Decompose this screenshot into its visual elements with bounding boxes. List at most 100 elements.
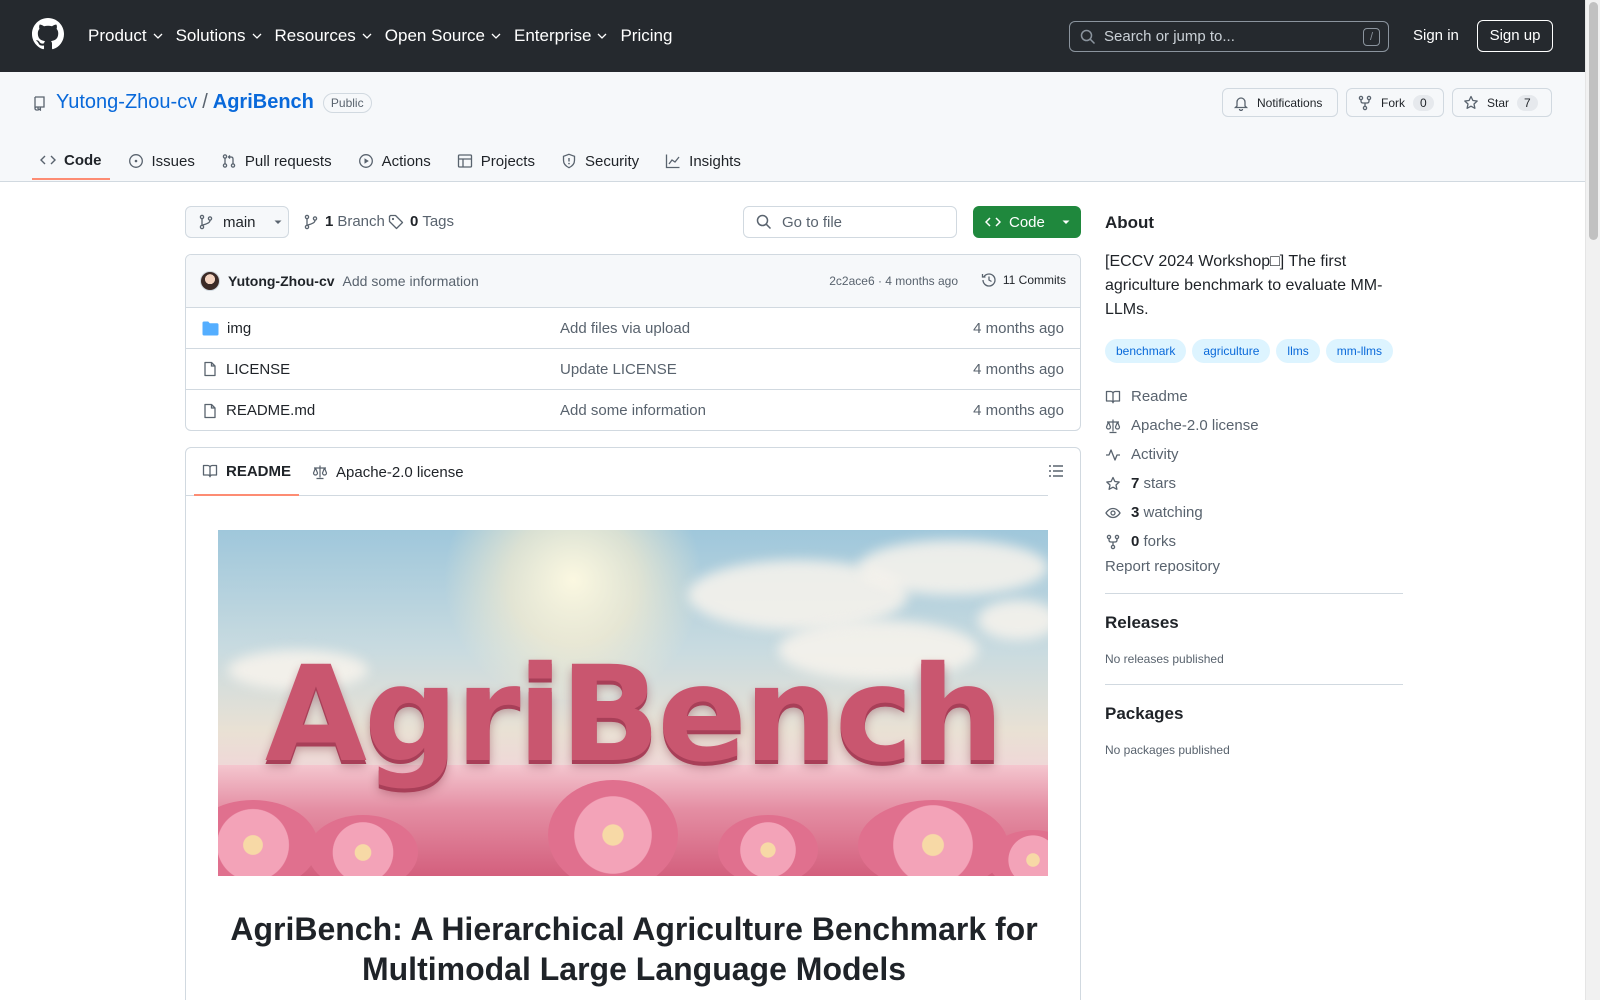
scrollbar-thumb[interactable] bbox=[1589, 2, 1598, 240]
search-input[interactable]: Search or jump to... / bbox=[1069, 21, 1389, 52]
table-of-contents-button[interactable] bbox=[1048, 463, 1064, 479]
stars-count: 7 bbox=[1131, 475, 1140, 492]
github-logo-icon[interactable] bbox=[32, 18, 64, 50]
commit-message-link[interactable]: Add some information bbox=[343, 273, 479, 289]
branch-selector[interactable]: main bbox=[185, 206, 289, 238]
file-commit-message[interactable]: Update LICENSE bbox=[560, 361, 677, 378]
file-row[interactable]: LICENSE Update LICENSE 4 months ago bbox=[186, 349, 1080, 390]
tags-link[interactable]: 0 Tags bbox=[388, 213, 454, 230]
branch-count: 1 bbox=[325, 213, 334, 230]
readme-link[interactable]: Readme bbox=[1105, 382, 1259, 411]
hero-title-text: AgriBench bbox=[264, 638, 1004, 792]
issue-icon bbox=[128, 154, 143, 168]
topic-tag[interactable]: agriculture bbox=[1192, 339, 1271, 363]
file-row[interactable]: README.md Add some information 4 months … bbox=[186, 390, 1080, 430]
repo-owner-link[interactable]: Yutong-Zhou-cv bbox=[56, 91, 197, 114]
branches-link[interactable]: 1 Branch bbox=[303, 213, 385, 230]
file-name-link[interactable]: LICENSE bbox=[226, 361, 290, 378]
stars-link[interactable]: 7 stars bbox=[1105, 469, 1259, 498]
latest-commit-row: Yutong-Zhou-cv Add some information 2c2a… bbox=[186, 255, 1080, 308]
nav-product[interactable]: Product bbox=[88, 24, 163, 48]
nav-open-source[interactable]: Open Source bbox=[385, 24, 501, 48]
list-icon bbox=[1049, 465, 1063, 477]
nav-pricing[interactable]: Pricing bbox=[620, 24, 672, 48]
readme-hero-image: AgriBench bbox=[218, 530, 1048, 876]
tab-code[interactable]: Code bbox=[32, 142, 110, 180]
visibility-badge: Public bbox=[322, 92, 372, 113]
file-table: Yutong-Zhou-cv Add some information 2c2a… bbox=[185, 254, 1081, 431]
tab-actions[interactable]: Actions bbox=[350, 142, 439, 180]
forks-link[interactable]: 0 forks bbox=[1105, 527, 1259, 556]
pulse-icon bbox=[1106, 448, 1120, 461]
about-heading: About bbox=[1105, 213, 1155, 232]
bell-icon bbox=[1233, 96, 1249, 111]
report-repository-link[interactable]: Report repository bbox=[1105, 558, 1220, 575]
repo-path-separator: / bbox=[202, 91, 208, 113]
star-count: 7 bbox=[1517, 94, 1538, 111]
tab-readme[interactable]: README bbox=[194, 448, 300, 496]
go-to-file-placeholder: Go to file bbox=[782, 213, 843, 231]
search-shortcut-key: / bbox=[1363, 28, 1380, 46]
play-icon bbox=[358, 154, 373, 168]
graph-icon bbox=[666, 154, 680, 169]
sign-up-button[interactable]: Sign up bbox=[1477, 20, 1553, 52]
releases-empty-text: No releases published bbox=[1105, 652, 1224, 666]
commits-history-link[interactable]: 11 Commits bbox=[981, 272, 1066, 288]
packages-heading[interactable]: Packages bbox=[1105, 704, 1183, 724]
chevron-down-icon bbox=[252, 33, 261, 39]
tab-projects[interactable]: Projects bbox=[449, 142, 543, 180]
file-commit-message[interactable]: Add some information bbox=[560, 402, 706, 419]
file-commit-message[interactable]: Add files via upload bbox=[560, 320, 690, 337]
law-icon bbox=[1105, 419, 1121, 433]
topics-list: benchmark agriculture llms mm-llms bbox=[1105, 339, 1394, 363]
about-links: Readme Apache-2.0 license Activity 7 sta… bbox=[1105, 382, 1259, 556]
search-icon bbox=[1080, 29, 1096, 44]
repo-name-link[interactable]: AgriBench bbox=[213, 91, 314, 114]
divider bbox=[1105, 684, 1403, 685]
book-icon bbox=[1105, 390, 1121, 403]
file-name-link[interactable]: img bbox=[227, 320, 251, 337]
folder-icon bbox=[202, 321, 219, 335]
chevron-down-icon bbox=[491, 33, 501, 39]
watchers-link[interactable]: 3 watching bbox=[1105, 498, 1259, 527]
fork-button[interactable]: Fork 0 bbox=[1346, 88, 1444, 117]
commit-hash-time[interactable]: 2c2ace6 · 4 months ago bbox=[829, 274, 958, 288]
file-commit-time: 4 months ago bbox=[973, 360, 1064, 378]
repo-header: Yutong-Zhou-cv / AgriBench Public Notifi… bbox=[0, 72, 1600, 182]
fork-count: 0 bbox=[1413, 94, 1434, 111]
topic-tag[interactable]: benchmark bbox=[1105, 339, 1187, 363]
fork-icon bbox=[1358, 95, 1372, 110]
tab-license[interactable]: Apache-2.0 license bbox=[312, 448, 464, 496]
shield-icon bbox=[562, 153, 576, 169]
nav-solutions[interactable]: Solutions bbox=[176, 24, 262, 48]
topic-tag[interactable]: llms bbox=[1276, 339, 1320, 363]
tab-pull-requests[interactable]: Pull requests bbox=[213, 142, 340, 180]
activity-link[interactable]: Activity bbox=[1105, 440, 1259, 469]
notifications-button[interactable]: Notifications bbox=[1222, 88, 1338, 117]
repo-tabs: Code Issues Pull requests Actions Projec… bbox=[32, 142, 759, 182]
license-link[interactable]: Apache-2.0 license bbox=[1105, 411, 1259, 440]
tab-issues[interactable]: Issues bbox=[120, 142, 203, 180]
star-icon bbox=[1464, 95, 1478, 109]
go-to-file-input[interactable]: Go to file bbox=[743, 206, 957, 238]
avatar[interactable] bbox=[200, 271, 220, 291]
nav-resources[interactable]: Resources bbox=[275, 24, 372, 48]
nav-enterprise[interactable]: Enterprise bbox=[514, 24, 607, 48]
file-row[interactable]: img Add files via upload 4 months ago bbox=[186, 308, 1080, 349]
law-icon bbox=[312, 465, 328, 480]
about-description: [ECCV 2024 Workshop□] The first agricult… bbox=[1105, 253, 1383, 318]
page-scrollbar[interactable] bbox=[1585, 0, 1600, 1000]
commit-author-link[interactable]: Yutong-Zhou-cv bbox=[228, 273, 335, 289]
tab-insights[interactable]: Insights bbox=[657, 142, 749, 180]
tab-security[interactable]: Security bbox=[553, 142, 647, 180]
releases-heading[interactable]: Releases bbox=[1105, 613, 1179, 633]
sign-in-link[interactable]: Sign in bbox=[1413, 27, 1459, 44]
code-dropdown-button[interactable]: Code bbox=[973, 206, 1081, 238]
file-name-link[interactable]: README.md bbox=[226, 402, 315, 419]
chevron-down-icon bbox=[153, 33, 163, 39]
topic-tag[interactable]: mm-llms bbox=[1325, 339, 1394, 363]
history-icon bbox=[981, 273, 996, 287]
divider bbox=[1105, 593, 1403, 594]
packages-empty-text: No packages published bbox=[1105, 743, 1230, 757]
star-button[interactable]: Star 7 bbox=[1452, 88, 1552, 117]
